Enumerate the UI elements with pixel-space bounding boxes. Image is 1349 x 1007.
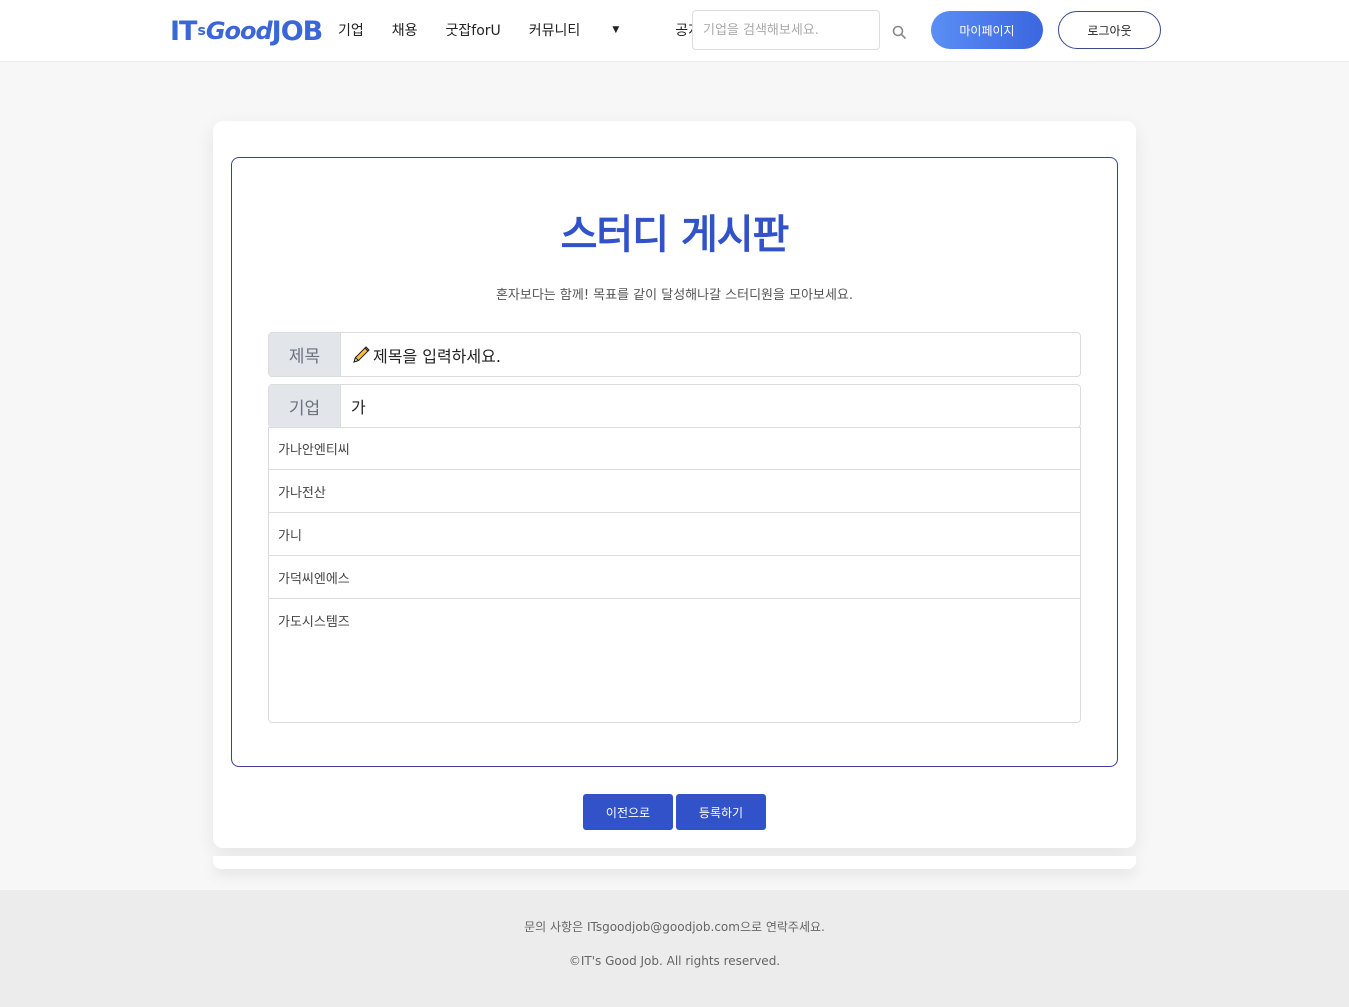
- suggestion-item[interactable]: 가도시스템즈: [268, 599, 1081, 642]
- title-input-placeholder: 제목을 입력하세요.: [373, 346, 501, 366]
- company-input[interactable]: 가: [341, 385, 1080, 427]
- nav-item-companies[interactable]: 기업: [338, 20, 364, 40]
- company-suggestion-list: 가나안엔티씨 가나전산 가니 가덕씨엔에스 가도시스템즈: [268, 427, 1081, 642]
- site-footer: 문의 사항은 ITsgoodjob@goodjob.com으로 연락주세요. ©…: [0, 890, 1349, 1007]
- site-header: ITsGoodJOB 기업 채용 굿잡forU 커뮤니티▼ 공지사항 마이페이지…: [0, 0, 1349, 62]
- suggestion-item[interactable]: 가나전산: [268, 470, 1081, 513]
- site-logo[interactable]: IT s Good JOB: [170, 15, 324, 47]
- logo-text-it: IT: [170, 15, 197, 47]
- prev-button[interactable]: 이전으로: [583, 794, 673, 830]
- title-field-label: 제목: [269, 333, 341, 376]
- company-field-label: 기업: [269, 385, 341, 427]
- logo-text-good: Good: [205, 17, 273, 45]
- pencil-icon: [353, 345, 370, 363]
- company-field-row: 기업 가: [268, 384, 1081, 428]
- nav-item-community[interactable]: 커뮤니티 ▼: [529, 20, 647, 40]
- title-field-row: 제목 제목을 입력하세요.: [268, 332, 1081, 377]
- study-post-card: 스터디 게시판 혼자보다는 함께! 목표를 같이 달성해나갈 스터디원을 모아보…: [213, 121, 1136, 848]
- submit-button[interactable]: 등록하기: [676, 794, 766, 830]
- suggestion-item[interactable]: 가니: [268, 513, 1081, 556]
- footer-contact: 문의 사항은 ITsgoodjob@goodjob.com으로 연락주세요.: [524, 920, 825, 934]
- logo-text-s: s: [197, 23, 205, 39]
- chevron-down-icon: ▼: [612, 25, 620, 35]
- content-textarea[interactable]: [268, 640, 1081, 723]
- nav-item-community-label: 커뮤니티: [528, 23, 581, 39]
- nav-item-jobs[interactable]: 채용: [392, 20, 418, 40]
- page-title: 스터디 게시판: [560, 212, 790, 258]
- logout-button[interactable]: 로그아웃: [1058, 11, 1161, 49]
- search-icon[interactable]: [891, 24, 907, 40]
- suggestion-item[interactable]: 가덕씨엔에스: [268, 556, 1081, 599]
- mypage-button[interactable]: 마이페이지: [931, 11, 1043, 49]
- company-search-input[interactable]: [692, 10, 880, 50]
- study-post-form: 스터디 게시판 혼자보다는 함께! 목표를 같이 달성해나갈 스터디원을 모아보…: [231, 157, 1118, 767]
- nav-item-goodjob-for-u[interactable]: 굿잡forU: [446, 20, 501, 40]
- suggestion-item[interactable]: 가나안엔티씨: [268, 427, 1081, 470]
- page-subtitle: 혼자보다는 함께! 목표를 같이 달성해나갈 스터디원을 모아보세요.: [495, 288, 854, 303]
- title-input[interactable]: 제목을 입력하세요.: [341, 333, 1080, 376]
- logo-text-job: JOB: [271, 15, 324, 47]
- footer-copyright: ©IT's Good Job. All rights reserved.: [568, 954, 781, 968]
- card-bottom-strip: [213, 856, 1136, 869]
